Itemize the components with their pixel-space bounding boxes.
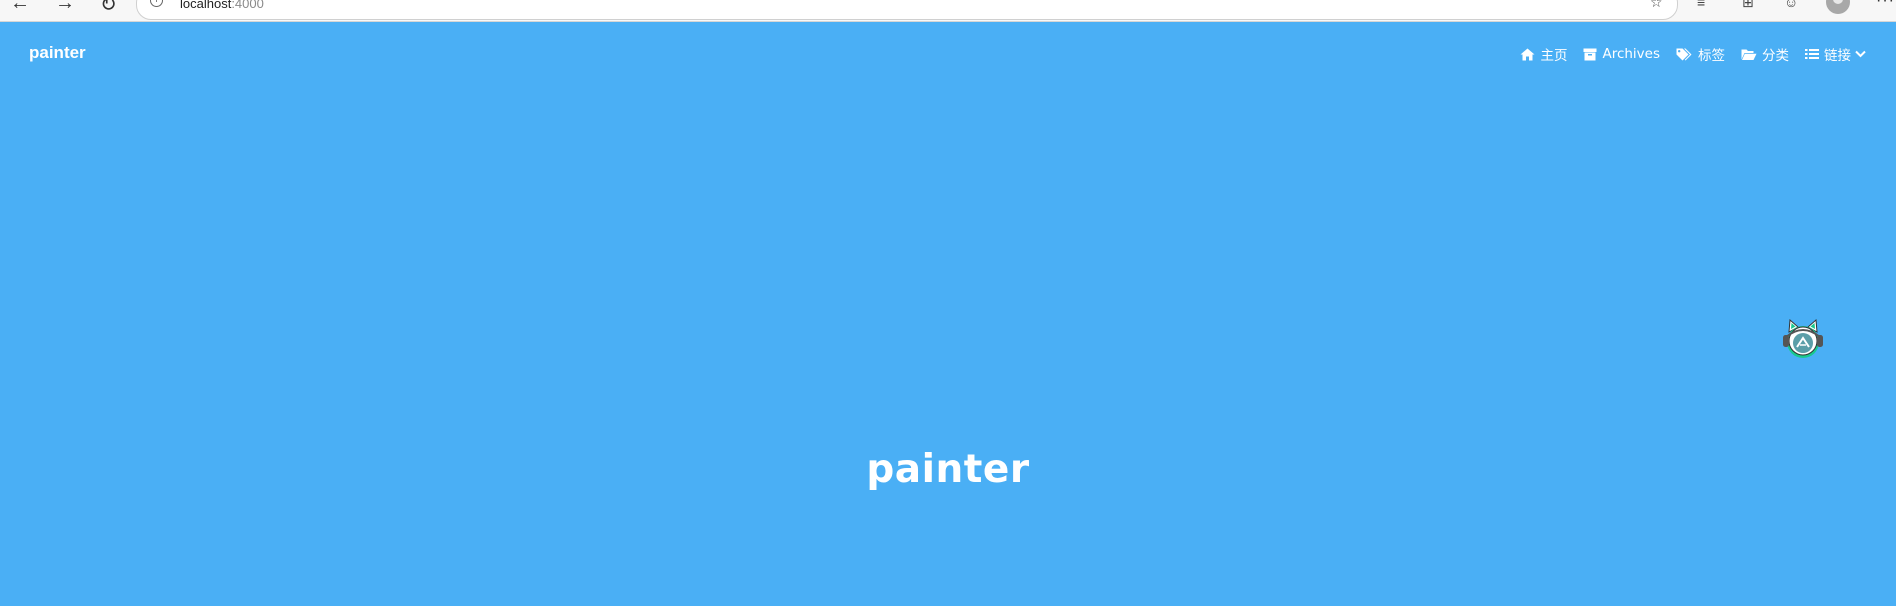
list-icon — [1805, 48, 1819, 60]
nav-item-tags[interactable]: 标签 — [1676, 44, 1725, 64]
collections-icon[interactable]: ⊞ — [1742, 0, 1754, 11]
home-icon — [1520, 48, 1535, 61]
address-host: localhost — [180, 0, 232, 11]
site-nav: 主页 Archives 标签 分类 链接 — [1504, 44, 1866, 64]
nav-item-label: 链接 — [1824, 48, 1851, 64]
nav-item-links[interactable]: 链接 — [1805, 44, 1866, 64]
nav-item-label: 分类 — [1762, 48, 1789, 64]
feedback-icon[interactable]: ☺ — [1784, 0, 1798, 10]
favorite-add-icon[interactable]: ☆ — [1650, 0, 1663, 11]
back-arrow-icon[interactable]: ← — [10, 0, 30, 15]
hero-title: painter — [866, 447, 1030, 492]
nav-item-label: 主页 — [1540, 48, 1568, 64]
reload-icon[interactable]: ↻ — [100, 0, 117, 17]
nav-item-categories[interactable]: 分类 — [1741, 44, 1789, 64]
browser-toolbar: ← → ↻ i localhost:4000 ☆ ≡ ⊞ ☺ ··· — [0, 0, 1896, 22]
cat-mascot-icon — [1783, 318, 1823, 358]
nav-item-label: 标签 — [1698, 48, 1725, 64]
chevron-down-icon — [1855, 50, 1866, 58]
address-port: :4000 — [231, 0, 264, 11]
mascot-widget[interactable] — [1780, 317, 1826, 363]
folder-open-icon — [1741, 48, 1757, 61]
site-brand[interactable]: painter — [29, 43, 86, 63]
profile-icon[interactable] — [1826, 0, 1850, 14]
forward-arrow-icon[interactable]: → — [55, 0, 75, 15]
favorites-icon[interactable]: ≡ — [1697, 0, 1705, 10]
tags-icon — [1676, 48, 1693, 61]
nav-item-home[interactable]: 主页 — [1520, 44, 1567, 64]
nav-item-label: Archives — [1602, 46, 1660, 62]
address-bar[interactable] — [136, 0, 1678, 20]
nav-item-archives[interactable]: Archives — [1583, 46, 1660, 62]
archive-icon — [1583, 48, 1597, 61]
address-text[interactable]: localhost:4000 — [180, 0, 264, 11]
more-icon[interactable]: ··· — [1876, 0, 1895, 10]
